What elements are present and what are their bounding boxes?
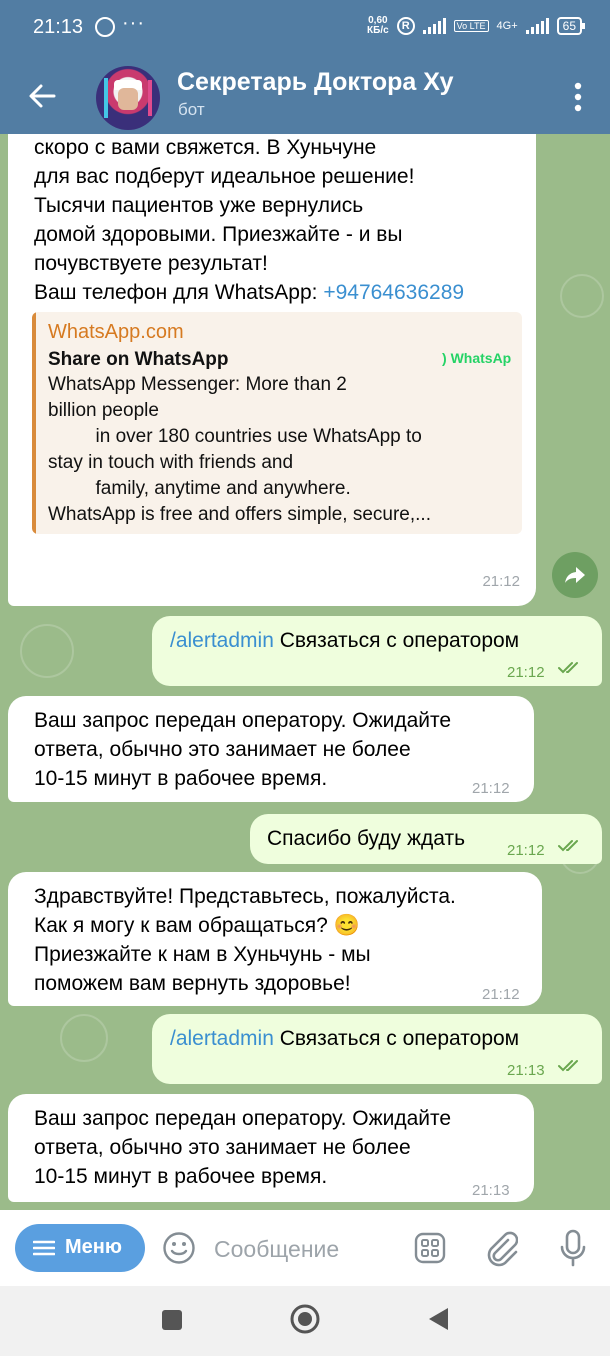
read-checkmarks-icon — [558, 840, 578, 852]
command-description: Связаться с оператором — [273, 629, 520, 652]
message-time: 21:12 — [482, 986, 520, 1003]
network-speed: 0,60 КБ/с — [367, 16, 389, 36]
message-time: 21:13 — [472, 1182, 510, 1199]
message-text: Ваш запрос передан оператору. Ожидайте о… — [34, 1107, 452, 1188]
chat-subtitle: бот — [178, 100, 205, 119]
message-text: информацию о вашей ситуации и скоро с ва… — [34, 136, 415, 275]
message-text: /alertadmin Связаться с оператором — [170, 626, 519, 655]
bot-avatar[interactable] — [96, 66, 160, 130]
outgoing-message[interactable]: Спасибо буду ждать 21:12 — [250, 814, 602, 864]
menu-button-label: Меню — [65, 1236, 122, 1258]
whatsapp-logo-text: WhatsApp — [450, 350, 512, 366]
message-text: /alertadmin Связаться с оператором — [170, 1024, 519, 1053]
home-button[interactable] — [289, 1303, 321, 1335]
back-button[interactable] — [426, 1306, 450, 1332]
chat-title[interactable]: Секретарь Доктора Ху — [177, 68, 454, 97]
incoming-message[interactable]: Ваш запрос передан оператору. Ожидайте о… — [8, 1094, 534, 1202]
message-time: 21:12 — [507, 842, 545, 859]
phone-label: Ваш телефон для WhatsApp: — [34, 281, 324, 304]
bot-commands-icon[interactable] — [414, 1232, 446, 1264]
incoming-message[interactable]: Ваш запрос передан оператору. Ожидайте о… — [8, 696, 534, 802]
preview-accent-bar — [32, 312, 36, 534]
preview-description: WhatsApp Messenger: More than 2 billion … — [48, 374, 431, 525]
outgoing-message[interactable]: /alertadmin Связаться с оператором 21:12 — [152, 616, 602, 686]
bot-command-link[interactable]: /alertadmin — [170, 629, 274, 652]
preview-title: Share on WhatsApp — [48, 349, 229, 370]
background-doodle — [60, 1014, 108, 1062]
whatsapp-logo-icon: ) WhatsApp — [442, 344, 512, 373]
message-text: Ваш запрос передан оператору. Ожидайте о… — [34, 709, 452, 790]
chat-area[interactable]: информацию о вашей ситуации и скоро с ва… — [0, 134, 610, 1210]
share-arrow-icon — [565, 567, 585, 583]
message-input-bar: Меню — [0, 1210, 610, 1286]
message-input[interactable] — [212, 1228, 401, 1270]
status-indicators: 0,60 КБ/с R Vo LTE 4G+ 65 — [367, 16, 586, 36]
status-bar: 21:13 ··· 0,60 КБ/с R Vo LTE 4G+ 65 — [0, 0, 610, 58]
volte-badge: Vo LTE — [453, 20, 489, 32]
network-type: 4G+ — [496, 20, 518, 32]
command-description: Связаться с оператором — [273, 1027, 520, 1050]
preview-site-name: WhatsApp.com — [48, 321, 184, 343]
message-text: Спасибо буду ждать — [267, 827, 466, 850]
bot-command-link[interactable]: /alertadmin — [170, 1027, 274, 1050]
background-doodle — [20, 624, 74, 678]
hamburger-icon — [33, 1240, 55, 1256]
incoming-message[interactable]: Здравствуйте! Представьтесь, пожалуйста.… — [8, 872, 542, 1006]
bot-menu-button[interactable]: Меню — [15, 1224, 145, 1272]
recent-apps-button[interactable] — [162, 1310, 182, 1330]
roaming-icon: R — [396, 17, 415, 35]
back-arrow-icon[interactable] — [26, 80, 58, 112]
message-time: 21:13 — [507, 1062, 545, 1079]
whatsapp-notification-icon — [95, 17, 115, 37]
microphone-icon[interactable] — [558, 1228, 588, 1268]
phone-line: Ваш телефон для WhatsApp: +94764636289 — [34, 278, 464, 307]
incoming-message[interactable]: информацию о вашей ситуации и скоро с ва… — [8, 134, 536, 606]
signal-icon — [422, 18, 446, 34]
outgoing-message[interactable]: /alertadmin Связаться с оператором 21:13 — [152, 1014, 602, 1084]
message-time: 21:12 — [482, 573, 520, 590]
share-button[interactable] — [552, 552, 598, 598]
system-navigation-bar — [0, 1286, 610, 1356]
message-time: 21:12 — [472, 780, 510, 797]
emoji-icon[interactable] — [162, 1231, 196, 1265]
background-doodle — [560, 274, 604, 318]
attach-paperclip-icon[interactable] — [484, 1228, 518, 1268]
more-notifications-icon: ··· — [122, 12, 145, 34]
message-time: 21:12 — [507, 664, 545, 681]
battery-icon: 65 — [556, 17, 586, 35]
more-options-icon[interactable] — [574, 82, 582, 112]
signal-icon-2 — [525, 18, 549, 34]
speed-unit: КБ/с — [367, 25, 389, 36]
read-checkmarks-icon — [558, 1060, 578, 1072]
link-preview[interactable]: WhatsApp.com Share on WhatsApp WhatsApp … — [32, 312, 522, 534]
message-text: Здравствуйте! Представьтесь, пожалуйста.… — [34, 885, 456, 995]
phone-link[interactable]: +94764636289 — [323, 281, 464, 304]
status-time: 21:13 — [33, 16, 84, 38]
chat-header: Секретарь Доктора Ху бот — [0, 58, 610, 134]
read-checkmarks-icon — [558, 662, 578, 674]
